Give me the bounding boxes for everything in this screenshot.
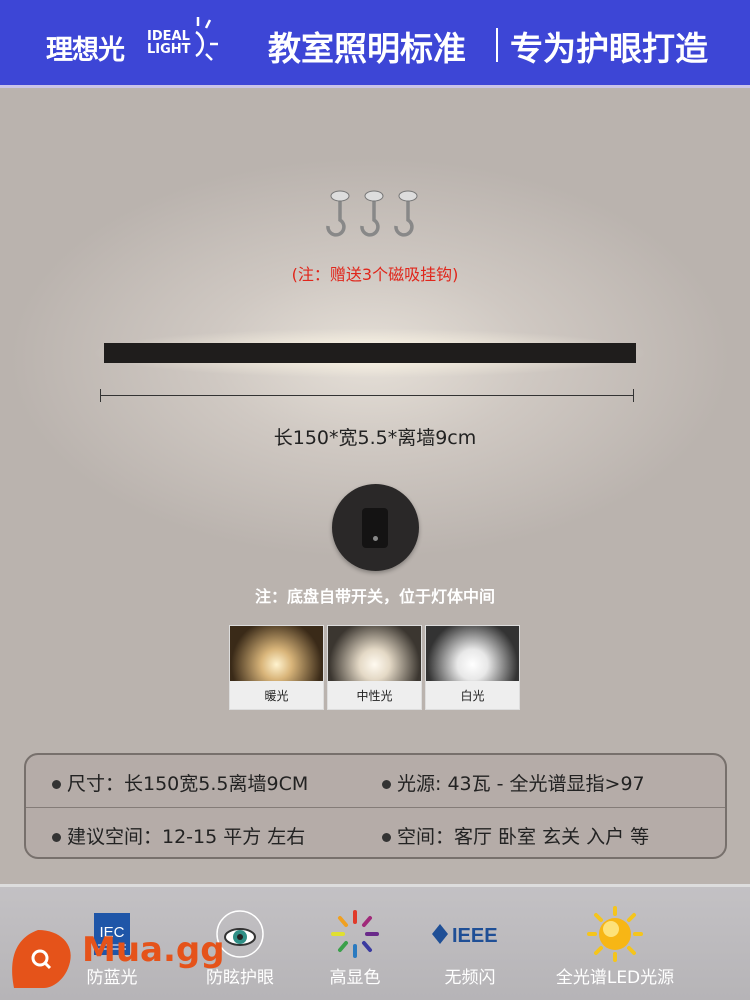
swatch-image bbox=[230, 626, 323, 681]
slogan-right: 专为护眼打造 bbox=[510, 29, 708, 68]
watermark-search-icon bbox=[12, 930, 71, 988]
spec-table: 尺寸：长150宽5.5离墙9CM 光源: 43瓦 - 全光谱显指>97 建议空间… bbox=[24, 753, 727, 859]
watermark-text: Mua.gg bbox=[82, 930, 225, 970]
option-white[interactable]: 白光 bbox=[425, 625, 520, 710]
hook-note: (注：赠送3个磁吸挂钩) bbox=[291, 265, 459, 284]
feature-high-cri: 高显色 bbox=[310, 905, 400, 988]
spec-cell: 建议空间：12-15 平方 左右 bbox=[52, 822, 305, 849]
switch-base bbox=[332, 484, 419, 571]
spec-cell: 尺寸：长150宽5.5离墙9CM bbox=[52, 769, 308, 796]
feature-full-spectrum: 全光谱LED光源 bbox=[540, 905, 690, 988]
wall-lamp-bar bbox=[104, 343, 636, 363]
option-warm[interactable]: 暖光 bbox=[229, 625, 324, 710]
magnetic-hooks-icon bbox=[326, 190, 418, 237]
feature-label: 无频闪 bbox=[444, 968, 496, 988]
swatch-image bbox=[328, 626, 421, 681]
divider bbox=[496, 28, 498, 62]
ieee-logo-icon: IEEE bbox=[432, 924, 498, 946]
indicator-dot bbox=[373, 536, 378, 541]
switch-note: 注：底盘自带开关，位于灯体中间 bbox=[254, 587, 495, 606]
swatch-label: 白光 bbox=[460, 689, 485, 703]
swatch-label: 中性光 bbox=[356, 689, 393, 703]
sun-icon bbox=[587, 906, 643, 962]
rocker-switch-icon bbox=[362, 508, 388, 548]
bullet bbox=[52, 833, 61, 842]
dimension-line bbox=[100, 389, 634, 402]
brand-logo-en: IDEAL LIGHT bbox=[147, 29, 191, 57]
color-temperature-options: 暖光 中性光 白光 bbox=[229, 625, 520, 710]
swatch-label: 暖光 bbox=[264, 689, 289, 703]
feature-flicker-free: IEEE 无频闪 bbox=[420, 905, 520, 988]
spec-row: 建议空间：12-15 平方 左右 空间：客厅 卧室 玄关 入户 等 bbox=[26, 807, 725, 859]
option-neutral[interactable]: 中性光 bbox=[327, 625, 422, 710]
feature-label: 高显色 bbox=[329, 968, 381, 988]
bullet bbox=[52, 780, 61, 789]
spec-row: 尺寸：长150宽5.5离墙9CM 光源: 43瓦 - 全光谱显指>97 bbox=[26, 755, 725, 807]
bullet bbox=[382, 833, 391, 842]
sun-rays-icon bbox=[195, 17, 218, 61]
header-banner: 理想光 IDEAL LIGHT 教室照明标准 专为护眼打造 bbox=[0, 0, 750, 88]
swatch-image bbox=[426, 626, 519, 681]
feature-label: 全光谱LED光源 bbox=[555, 968, 675, 988]
spec-cell: 光源: 43瓦 - 全光谱显指>97 bbox=[382, 769, 645, 796]
color-spectrum-icon bbox=[331, 910, 379, 958]
slogan-left: 教室照明标准 bbox=[268, 29, 466, 68]
bullet bbox=[382, 780, 391, 789]
svg-text:IEEE: IEEE bbox=[452, 925, 498, 946]
brand-logo: 理想光 bbox=[46, 35, 125, 66]
dimension-label: 长150*宽5.5*离墙9cm bbox=[273, 427, 477, 449]
product-stage: (注：赠送3个磁吸挂钩) 长150*宽5.5*离墙9cm 注：底盘自带开关，位于… bbox=[0, 88, 750, 748]
spec-cell: 空间：客厅 卧室 玄关 入户 等 bbox=[382, 822, 649, 849]
